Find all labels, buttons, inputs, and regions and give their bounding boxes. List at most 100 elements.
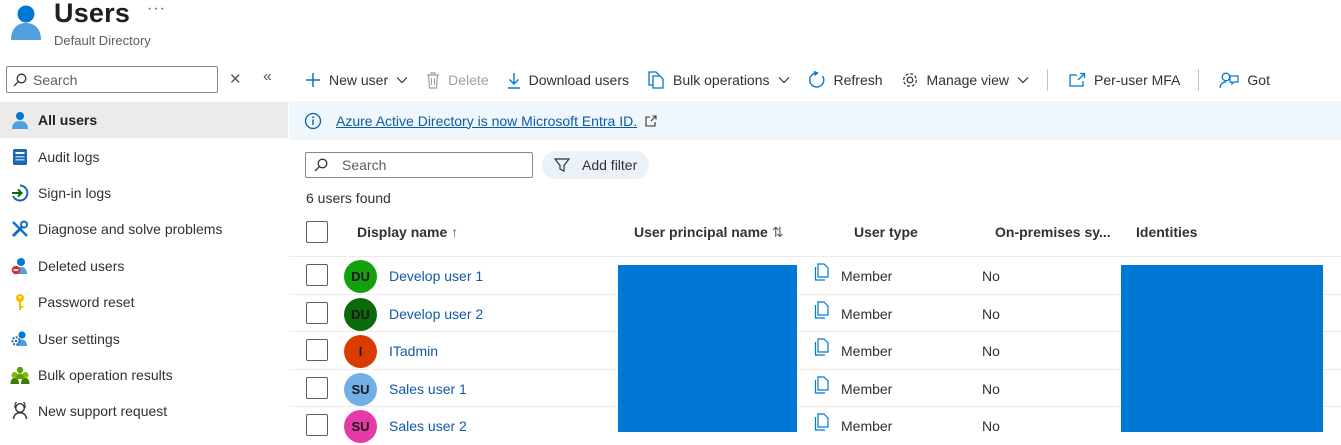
sidebar-search[interactable] (6, 66, 218, 93)
avatar: DU (344, 297, 377, 331)
user-display-name-link[interactable]: Develop user 1 (389, 268, 483, 284)
column-on-premises-sync[interactable]: On-premises sy... (995, 224, 1111, 240)
column-label: User principal name (634, 224, 768, 240)
clear-search-icon[interactable]: ✕ (229, 70, 242, 88)
feedback-icon (1219, 71, 1240, 89)
copy-icon[interactable] (814, 413, 830, 431)
user-type-value: Member (841, 305, 893, 322)
copy-icon[interactable] (814, 263, 830, 281)
sidebar-nav: All users Audit logs Sign-in logs Diagno… (0, 102, 288, 430)
sidebar-item-bulk-results[interactable]: Bulk operation results (0, 357, 288, 393)
redacted-block (1121, 265, 1323, 432)
column-identities[interactable]: Identities (1136, 224, 1197, 240)
toolbar-divider (1198, 69, 1200, 91)
users-icon (11, 5, 41, 40)
sidebar-item-label: Sign-in logs (38, 184, 112, 201)
search-icon (314, 158, 328, 172)
support-icon (10, 401, 30, 421)
bulk-document-icon (647, 71, 665, 89)
copy-icon[interactable] (814, 375, 830, 394)
user-icon (10, 110, 30, 130)
sidebar-search-input[interactable] (33, 71, 203, 88)
sort-ascending-icon: ↑ (451, 224, 459, 240)
sidebar-item-all-users[interactable]: All users (0, 102, 288, 139)
banner-link[interactable]: Azure Active Directory is now Microsoft … (336, 113, 637, 129)
external-link-icon (645, 114, 657, 127)
column-display-name[interactable]: Display name ↑ (357, 224, 458, 240)
sidebar-item-user-settings[interactable]: User settings (0, 320, 288, 356)
users-search-input[interactable] (342, 157, 522, 173)
refresh-button[interactable]: Refresh (808, 71, 883, 89)
sidebar-item-label: New support request (38, 403, 168, 420)
refresh-label: Refresh (833, 72, 883, 88)
plus-icon (305, 72, 321, 88)
search-icon (13, 73, 27, 86)
add-filter-label: Add filter (582, 157, 638, 173)
sidebar-item-label: Deleted users (38, 257, 125, 274)
sidebar-item-support-request[interactable]: New support request (0, 393, 288, 429)
row-checkbox[interactable] (306, 264, 328, 286)
user-display-name-link[interactable]: Sales user 1 (389, 381, 467, 397)
user-type-value: Member (841, 418, 893, 434)
user-display-name-link[interactable]: Sales user 2 (389, 418, 467, 434)
user-type-value: Member (841, 380, 893, 397)
toolbar-divider (1047, 69, 1049, 91)
wrench-icon (10, 219, 30, 239)
user-settings-icon (10, 329, 30, 349)
row-checkbox[interactable] (306, 414, 328, 436)
copy-icon[interactable] (814, 338, 830, 356)
page-header: Users ··· Default Directory (0, 0, 1341, 58)
add-filter-button[interactable]: Add filter (542, 151, 650, 179)
chevron-down-icon (396, 76, 408, 84)
download-users-button[interactable]: Download users (507, 72, 629, 89)
per-user-mfa-button[interactable]: Per-user MFA (1068, 72, 1180, 88)
sidebar-item-diagnose[interactable]: Diagnose and solve problems (0, 211, 288, 247)
gear-icon (901, 71, 919, 89)
sidebar-item-label: User settings (38, 330, 120, 347)
refresh-icon (808, 71, 826, 89)
on-premises-sync-value: No (982, 380, 1000, 397)
sidebar-item-deleted-users[interactable]: Deleted users (0, 248, 288, 284)
row-checkbox[interactable] (306, 301, 328, 324)
delete-button[interactable]: Delete (426, 71, 489, 89)
users-search[interactable] (305, 152, 533, 178)
feedback-label: Got (1247, 72, 1270, 88)
sort-icon: ⇅ (771, 224, 784, 240)
avatar: DU (344, 260, 377, 293)
audit-log-icon (10, 147, 30, 167)
manage-view-button[interactable]: Manage view (901, 71, 1030, 89)
deleted-user-icon (10, 256, 30, 276)
copy-icon[interactable] (814, 300, 830, 319)
user-display-name-link[interactable]: Develop user 2 (389, 306, 483, 322)
column-user-type[interactable]: User type (854, 224, 918, 240)
more-options-icon[interactable]: ··· (147, 0, 166, 18)
bulk-operations-button[interactable]: Bulk operations (647, 71, 790, 89)
feedback-button[interactable]: Got (1219, 71, 1270, 89)
sidebar-item-password-reset[interactable]: Password reset (0, 284, 288, 320)
bulk-results-icon (10, 365, 30, 385)
sidebar-item-audit-logs[interactable]: Audit logs (0, 138, 288, 174)
row-checkbox[interactable] (306, 376, 328, 399)
sidebar-item-label: Bulk operation results (38, 366, 173, 383)
download-users-label: Download users (528, 72, 629, 88)
select-all-checkbox[interactable] (306, 221, 328, 243)
new-user-button[interactable]: New user (305, 72, 408, 88)
avatar: SU (344, 372, 377, 406)
user-display-name-link[interactable]: ITadmin (389, 343, 438, 359)
on-premises-sync-value: No (982, 268, 1000, 284)
sidebar-item-label: Diagnose and solve problems (38, 221, 223, 238)
collapse-sidebar-icon[interactable]: « (263, 68, 272, 86)
chevron-down-icon (778, 76, 790, 84)
per-user-mfa-label: Per-user MFA (1094, 72, 1181, 88)
column-user-principal-name[interactable]: User principal name ⇅ (634, 224, 784, 241)
sidebar-item-sign-in-logs[interactable]: Sign-in logs (0, 175, 288, 211)
new-user-label: New user (329, 72, 389, 88)
user-type-value: Member (841, 268, 893, 284)
result-count: 6 users found (306, 190, 391, 206)
command-bar: New user Delete Download users Bulk oper… (305, 60, 1288, 100)
on-premises-sync-value: No (982, 418, 1000, 434)
sign-in-icon (10, 183, 30, 203)
download-icon (507, 72, 521, 89)
row-checkbox[interactable] (306, 339, 328, 361)
info-banner: Azure Active Directory is now Microsoft … (289, 101, 1341, 140)
